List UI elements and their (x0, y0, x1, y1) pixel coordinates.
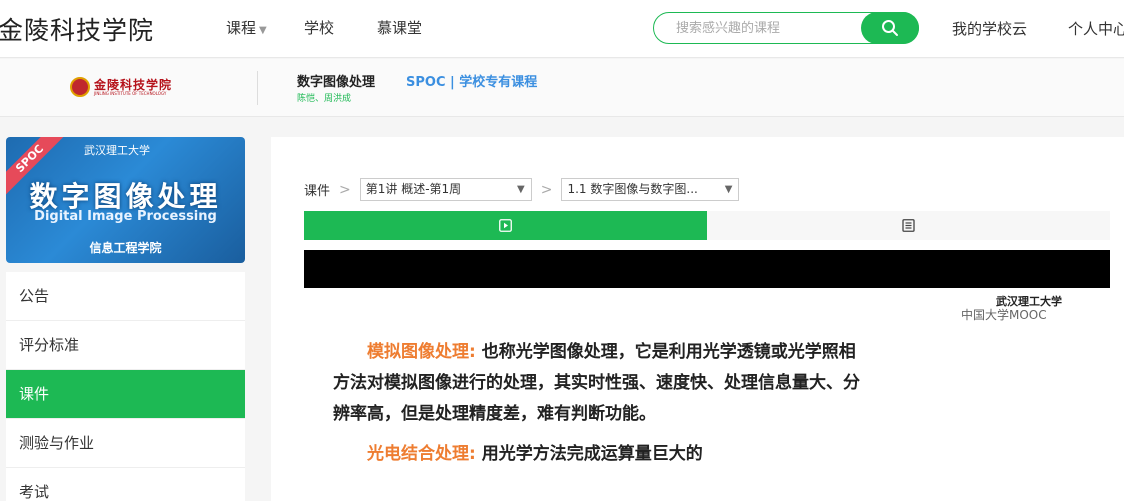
course-teachers[interactable]: 陈恺、周洪成 (297, 91, 351, 104)
unit-select[interactable]: 1.1 数字图像与数字图... ▼ (561, 178, 740, 201)
personal-center-link[interactable]: 个人中心 (1068, 18, 1124, 39)
dropdown-arrow-icon: ▼ (724, 184, 733, 195)
header-divider (257, 71, 258, 105)
course-cover: SPOC 武汉理工大学 数字图像处理 Digital Image Process… (6, 137, 245, 263)
lecture-select-value: 第1讲 概述-第1周 (365, 182, 462, 196)
nav-schools[interactable]: 学校 (304, 17, 334, 38)
sidebar-menu: 公告 评分标准 课件 测验与作业 考试 (6, 272, 245, 501)
nav-courses-label: 课程 (226, 19, 257, 37)
lecture-select[interactable]: 第1讲 概述-第1周 ▼ (359, 178, 532, 201)
breadcrumb-root[interactable]: 课件 (304, 180, 330, 199)
slide-paragraph-2: 光电结合处理: 用光学方法完成运算量巨大的 (333, 439, 863, 470)
nav-mooc-class[interactable]: 慕课堂 (377, 17, 422, 38)
slide-heading-1: 模拟图像处理: (367, 342, 476, 362)
cover-university: 武汉理工大学 (84, 144, 150, 157)
my-school-cloud-link[interactable]: 我的学校云 (952, 18, 1027, 39)
watermark-mooc: 中国大学MOOC (961, 308, 1047, 322)
brand-logo[interactable]: 金陵科技学院 (0, 11, 154, 47)
search-icon (882, 20, 898, 36)
main-content: 课件 > 第1讲 概述-第1周 ▼ > 1.1 数字图像与数字图... ▼ 武汉… (271, 137, 1124, 501)
chevron-right-icon: > (540, 181, 553, 198)
slide-body-2: 用光学方法完成运算量巨大的 (481, 444, 703, 464)
tab-document[interactable] (707, 211, 1110, 240)
chevron-down-icon: ▼ (259, 25, 267, 36)
video-icon (499, 219, 512, 232)
breadcrumb: 课件 > 第1讲 概述-第1周 ▼ > 1.1 数字图像与数字图... ▼ (304, 178, 740, 201)
sidebar-item-courseware[interactable]: 课件 (6, 370, 245, 419)
school-emblem-icon (70, 77, 90, 97)
course-header: 金陵科技学院 JINLING INSTITUTE OF TECHNOLOGY 数… (0, 59, 1124, 117)
chevron-right-icon: > (339, 181, 351, 198)
sidebar-item-quizzes[interactable]: 测验与作业 (6, 419, 245, 468)
cover-subtitle: Digital Image Processing (34, 209, 217, 224)
school-logo[interactable]: 金陵科技学院 JINLING INSTITUTE OF TECHNOLOGY (70, 77, 172, 97)
tab-video[interactable] (304, 211, 707, 240)
sidebar-item-grading[interactable]: 评分标准 (6, 321, 245, 370)
school-logo-text: 金陵科技学院 (94, 77, 173, 92)
document-icon (902, 219, 915, 232)
mooc-watermark: 武汉理工大学 中国大学MOOC (961, 293, 1101, 323)
school-logo-sub: JINLING INSTITUTE OF TECHNOLOGY (94, 90, 167, 96)
course-title: 数字图像处理 (297, 75, 376, 90)
search-button[interactable] (861, 12, 919, 44)
sidebar-item-announcements[interactable]: 公告 (6, 272, 245, 321)
top-nav: 金陵科技学院 课程▼ 学校 慕课堂 我的学校云 个人中心 (0, 0, 1124, 58)
slide-text: 模拟图像处理: 也称光学图像处理，它是利用光学透镜或光学照相方法对模拟图像进行的… (333, 337, 863, 470)
content-type-tabs (304, 211, 1110, 240)
slide-paragraph-1: 模拟图像处理: 也称光学图像处理，它是利用光学透镜或光学照相方法对模拟图像进行的… (333, 337, 863, 430)
search-box (653, 12, 919, 44)
video-player[interactable] (304, 250, 1110, 288)
search-input[interactable] (676, 18, 856, 38)
dropdown-arrow-icon: ▼ (517, 184, 525, 195)
slide-heading-2: 光电结合处理: (367, 444, 476, 464)
cover-department: 信息工程学院 (89, 241, 162, 255)
nav-courses[interactable]: 课程 ▼ (226, 17, 267, 38)
sidebar-item-exams[interactable]: 考试 (6, 468, 245, 501)
course-type-badge: SPOC | 学校专有课程 (406, 75, 538, 90)
unit-select-value: 1.1 数字图像与数字图... (567, 182, 698, 196)
